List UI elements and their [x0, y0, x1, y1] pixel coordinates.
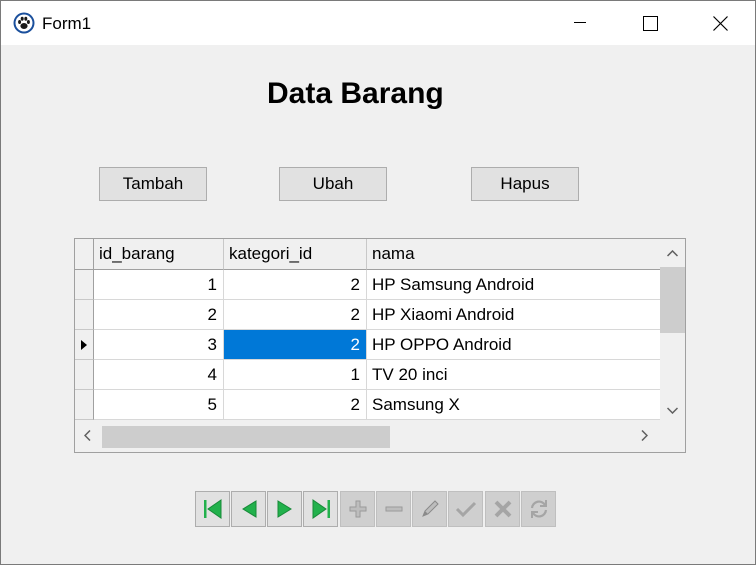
column-header-kategori-id[interactable]: kategori_id — [224, 239, 367, 270]
scrollbar-corner — [660, 420, 685, 452]
table-cell-kategori-id[interactable]: 2 — [224, 390, 367, 420]
window-title: Form1 — [42, 14, 92, 33]
refresh-icon — [530, 500, 547, 518]
table-cell-nama[interactable]: HP Xiaomi Android — [367, 300, 660, 330]
title-bar[interactable]: Form1 — [1, 1, 755, 45]
row-indicator-current[interactable] — [75, 330, 94, 360]
cancel-icon — [494, 500, 511, 518]
nav-first-button[interactable] — [195, 491, 230, 527]
nav-last-button[interactable] — [303, 491, 338, 527]
horizontal-scrollbar[interactable] — [75, 420, 660, 452]
data-grid[interactable]: id_barang kategori_id nama 1 2 HP Samsun… — [74, 238, 686, 453]
table-cell-nama[interactable]: Samsung X — [367, 390, 660, 420]
row-indicator[interactable] — [75, 390, 94, 420]
horizontal-scroll-thumb[interactable] — [102, 426, 390, 448]
nav-refresh-button[interactable] — [521, 491, 556, 527]
page-title: Data Barang — [267, 77, 444, 110]
scroll-right-icon[interactable] — [641, 430, 648, 441]
table-cell-kategori-id[interactable]: 2 — [224, 270, 367, 300]
nav-insert-button[interactable] — [340, 491, 375, 527]
column-header-nama[interactable]: nama — [367, 239, 660, 270]
table-cell-kategori-id-selected[interactable]: 2 — [224, 330, 367, 360]
column-header-id-barang[interactable]: id_barang — [94, 239, 224, 270]
row-indicator[interactable] — [75, 360, 94, 390]
first-icon — [203, 499, 221, 519]
table-cell-nama[interactable]: TV 20 inci — [367, 360, 660, 390]
row-indicator[interactable] — [75, 300, 94, 330]
table-cell-id-barang[interactable]: 2 — [94, 300, 224, 330]
next-icon — [277, 500, 292, 518]
vertical-scroll-thumb[interactable] — [660, 267, 685, 333]
app-paw-icon — [13, 12, 35, 34]
grid-corner-header — [75, 239, 94, 270]
table-cell-nama[interactable]: HP OPPO Android — [367, 330, 660, 360]
table-cell-nama[interactable]: HP Samsung Android — [367, 270, 660, 300]
vertical-scrollbar[interactable] — [660, 239, 685, 420]
nav-next-button[interactable] — [267, 491, 302, 527]
post-icon — [455, 501, 476, 518]
scroll-down-icon[interactable] — [667, 407, 678, 414]
table-cell-id-barang[interactable]: 5 — [94, 390, 224, 420]
last-icon — [312, 499, 330, 519]
edit-icon — [421, 500, 439, 517]
form1-window: Form1 Data Barang Tambah Ubah Hapus id_b… — [0, 0, 756, 565]
scroll-left-icon[interactable] — [84, 430, 91, 441]
close-button[interactable] — [685, 1, 755, 45]
row-indicator[interactable] — [75, 270, 94, 300]
nav-cancel-button[interactable] — [485, 491, 520, 527]
nav-prior-button[interactable] — [231, 491, 266, 527]
maximize-icon — [642, 15, 658, 31]
nav-post-button[interactable] — [448, 491, 483, 527]
maximize-button[interactable] — [615, 1, 685, 45]
delete-button[interactable]: Hapus — [471, 167, 579, 201]
table-cell-id-barang[interactable]: 1 — [94, 270, 224, 300]
scroll-up-icon[interactable] — [667, 250, 678, 257]
prior-icon — [241, 500, 256, 518]
table-cell-id-barang[interactable]: 3 — [94, 330, 224, 360]
table-cell-id-barang[interactable]: 4 — [94, 360, 224, 390]
insert-icon — [349, 500, 366, 518]
nav-delete-button[interactable] — [376, 491, 411, 527]
add-button[interactable]: Tambah — [99, 167, 207, 201]
edit-button[interactable]: Ubah — [279, 167, 387, 201]
minimize-button[interactable] — [545, 1, 615, 45]
delete-icon — [385, 506, 402, 512]
minimize-icon — [574, 22, 586, 23]
table-cell-kategori-id[interactable]: 2 — [224, 300, 367, 330]
close-icon — [712, 15, 728, 31]
current-row-arrow-icon — [81, 339, 87, 350]
table-cell-kategori-id[interactable]: 1 — [224, 360, 367, 390]
nav-edit-button[interactable] — [412, 491, 447, 527]
